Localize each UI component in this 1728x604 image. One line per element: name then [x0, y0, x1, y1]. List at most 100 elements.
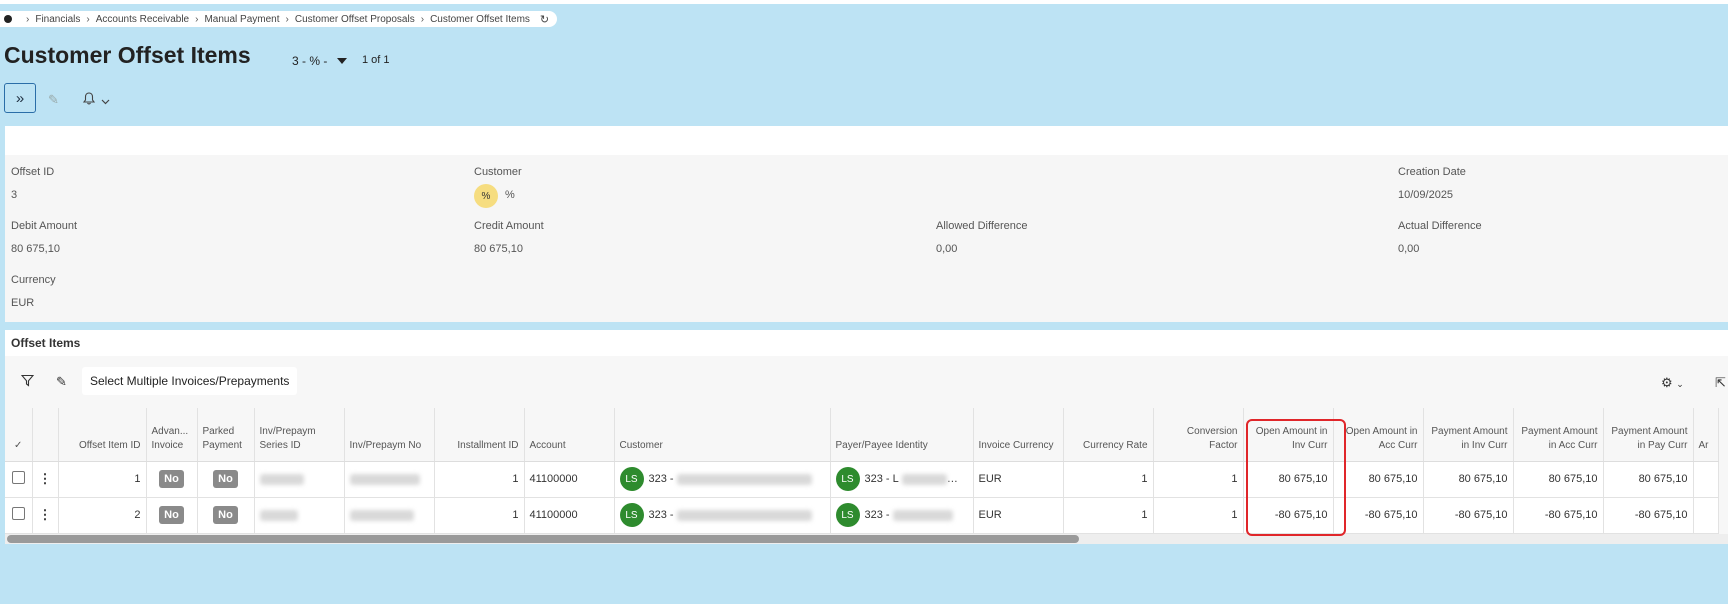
col-account[interactable]: Account: [524, 408, 615, 462]
parked-payment-badge: No: [213, 470, 238, 488]
col-open-acc-curr[interactable]: Open Amount in Acc Curr: [1333, 408, 1424, 462]
app-frame: › Financials › Accounts Receivable › Man…: [0, 4, 1728, 604]
cell-invoice-currency: EUR: [973, 497, 1064, 534]
breadcrumb-financials[interactable]: Financials: [35, 14, 80, 25]
debit-amount-label: Debit Amount: [11, 220, 78, 232]
row-checkbox[interactable]: [11, 471, 25, 484]
table-row[interactable]: ⋮ 2 No No 1 41100000 LS 323 - LS 323 - E…: [5, 497, 1719, 534]
parked-payment-badge: No: [213, 506, 238, 524]
row-checkbox[interactable]: [11, 507, 25, 520]
payer-avatar: LS: [835, 503, 860, 527]
pencil-icon[interactable]: ✎: [48, 92, 59, 108]
breadcrumb-accounts-receivable[interactable]: Accounts Receivable: [96, 14, 189, 25]
col-pay-inv-curr[interactable]: Payment Amount in Inv Curr: [1423, 408, 1514, 462]
cell-open-acc-curr: -80 675,10: [1333, 497, 1424, 534]
customer-value[interactable]: %: [505, 189, 515, 201]
caret-down-icon[interactable]: [337, 58, 348, 64]
redacted-series-id: [259, 509, 298, 521]
redacted-inv-no: [349, 509, 414, 521]
cell-pay-acc-curr: -80 675,10: [1513, 497, 1604, 534]
cell-customer[interactable]: LS 323 -: [614, 461, 831, 498]
pencil-icon[interactable]: ✎: [56, 374, 67, 390]
col-parked-payment[interactable]: Parked Payment: [197, 408, 255, 462]
col-next[interactable]: Ar: [1693, 408, 1719, 462]
creation-date-value: 10/09/2025: [1398, 189, 1454, 201]
col-currency-rate[interactable]: Currency Rate: [1063, 408, 1154, 462]
redacted-series-id: [259, 473, 304, 485]
offset-id-value: 3: [11, 189, 18, 201]
header-details-panel: Offset ID 3 Customer % % Creation Date 1…: [5, 126, 1728, 322]
col-invoice-currency[interactable]: Invoice Currency: [973, 408, 1064, 462]
breadcrumb-customer-offset-proposals[interactable]: Customer Offset Proposals: [295, 14, 415, 25]
offset-items-table: ✓ Offset Item ID Advan... Invoice Parked…: [5, 408, 1719, 534]
col-customer[interactable]: Customer: [614, 408, 831, 462]
redacted-payer-name: [892, 509, 953, 521]
grid-toolbar: ✎ Select Multiple Invoices/Prepayments ⚙…: [5, 364, 1728, 404]
allowed-difference-label: Allowed Difference: [936, 220, 1028, 232]
advance-invoice-badge: No: [159, 506, 184, 524]
col-series-id[interactable]: Inv/Prepaym Series ID: [254, 408, 345, 462]
export-icon[interactable]: ⇱: [1715, 375, 1726, 391]
credit-amount-value: 80 675,10: [474, 243, 523, 255]
cell-pay-inv-curr: 80 675,10: [1423, 461, 1514, 498]
col-offset-item-id[interactable]: Offset Item ID: [58, 408, 147, 462]
cell-customer[interactable]: LS 323 -: [614, 497, 831, 534]
col-inv-no[interactable]: Inv/Prepaym No: [344, 408, 435, 462]
cell-pay-acc-curr: 80 675,10: [1513, 461, 1604, 498]
breadcrumb: › Financials › Accounts Receivable › Man…: [0, 11, 558, 27]
cell-currency-rate: 1: [1063, 461, 1154, 498]
currency-label: Currency: [11, 274, 56, 286]
horizontal-scrollbar[interactable]: [5, 534, 1728, 544]
cell-account: 41100000: [524, 461, 615, 498]
refresh-icon[interactable]: ↻: [540, 13, 549, 26]
payer-prefix: 323 -: [864, 509, 890, 521]
redacted-customer-name: [676, 473, 812, 485]
cell-open-acc-curr: 80 675,10: [1333, 461, 1424, 498]
gear-icon[interactable]: ⚙ ⌄: [1661, 375, 1684, 391]
table-header-row: ✓ Offset Item ID Advan... Invoice Parked…: [5, 408, 1719, 462]
double-chevron-right-icon: »: [15, 89, 25, 107]
scrollbar-thumb[interactable]: [7, 535, 1079, 543]
actual-difference-label: Actual Difference: [1398, 220, 1482, 232]
cell-conversion-factor: 1: [1153, 461, 1244, 498]
customer-label: Customer: [474, 166, 522, 178]
currency-value: EUR: [11, 297, 35, 309]
customer-avatar: LS: [619, 467, 644, 491]
col-pay-pay-curr[interactable]: Payment Amount in Pay Curr: [1603, 408, 1694, 462]
cell-conversion-factor: 1: [1153, 497, 1244, 534]
payer-prefix: 323 - L: [864, 473, 899, 485]
select-multiple-button[interactable]: Select Multiple Invoices/Prepayments: [82, 367, 298, 395]
redacted-customer-name: [676, 509, 812, 521]
customer-avatar: LS: [619, 503, 644, 527]
cell-next: [1693, 497, 1719, 534]
record-selector-label: 3 - % -: [292, 54, 328, 68]
home-dot-icon[interactable]: [4, 15, 12, 23]
panel-header-bar: [5, 126, 1728, 155]
bell-icon: [82, 92, 96, 108]
cell-payer[interactable]: LS 323 -: [830, 497, 974, 534]
offset-items-grid: Offset Items ✎ Select Multiple Invoices/…: [5, 330, 1728, 544]
redacted-payer-name: [901, 473, 947, 485]
allowed-difference-value: 0,00: [936, 243, 958, 255]
col-installment-id[interactable]: Installment ID: [434, 408, 525, 462]
cell-payer[interactable]: LS 323 - L …: [830, 461, 974, 498]
record-selector[interactable]: 3 - % -: [292, 54, 348, 68]
breadcrumb-manual-payment[interactable]: Manual Payment: [204, 14, 279, 25]
filter-icon[interactable]: [20, 374, 35, 390]
col-payer[interactable]: Payer/Payee Identity: [830, 408, 974, 462]
select-all-checkbox[interactable]: ✓: [5, 408, 33, 462]
cell-account: 41100000: [524, 497, 615, 534]
col-pay-acc-curr[interactable]: Payment Amount in Acc Curr: [1513, 408, 1604, 462]
expand-button[interactable]: »: [4, 83, 36, 113]
customer-prefix: 323 -: [648, 509, 674, 521]
record-pager: 1 of 1: [362, 54, 390, 66]
actual-difference-value: 0,00: [1398, 243, 1420, 255]
row-menu-icon[interactable]: ⋮: [39, 507, 52, 522]
notifications-button[interactable]: [82, 92, 110, 108]
col-conversion-factor[interactable]: Conversion Factor: [1153, 408, 1244, 462]
row-menu-icon[interactable]: ⋮: [39, 471, 52, 486]
payer-avatar: LS: [835, 467, 860, 491]
col-advance-invoice[interactable]: Advan... Invoice: [146, 408, 198, 462]
table-row[interactable]: ⋮ 1 No No 1 41100000 LS 323 - LS 323 - L …: [5, 461, 1719, 498]
redacted-inv-no: [349, 473, 420, 485]
